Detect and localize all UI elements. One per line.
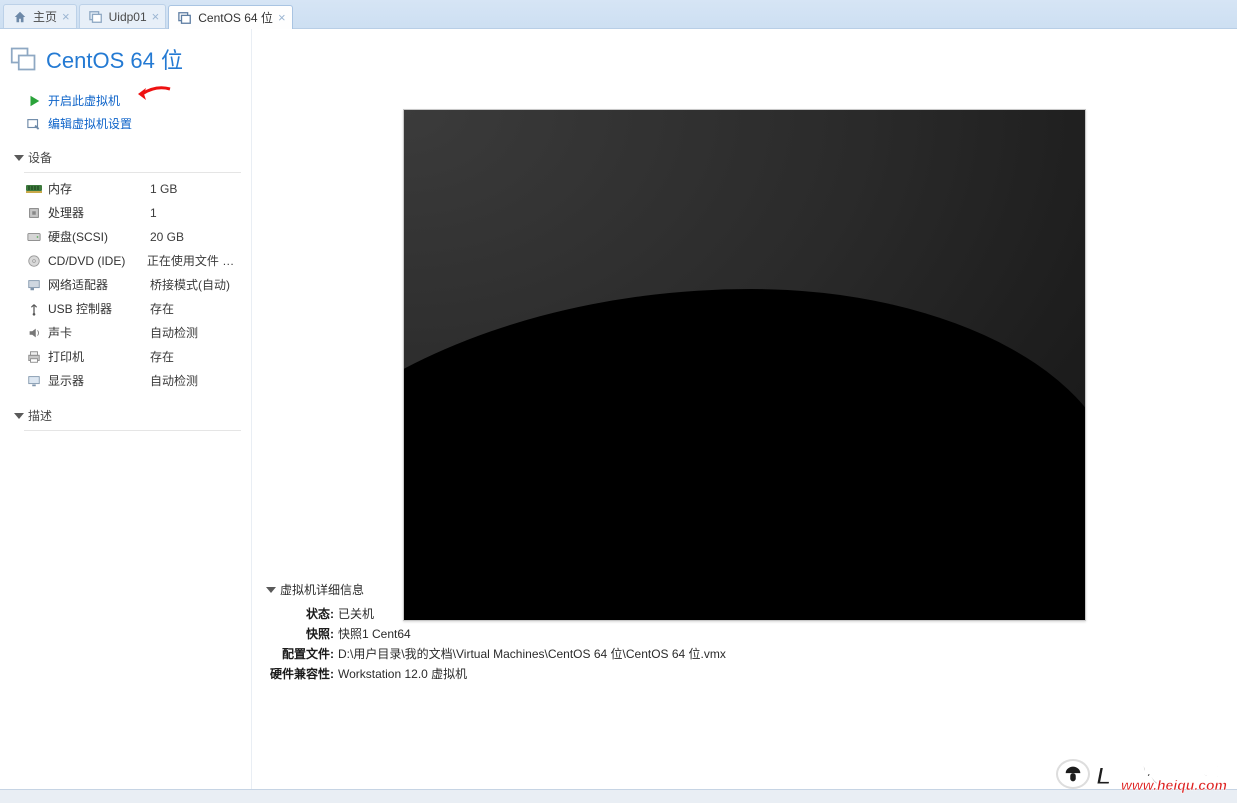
detail-value: D:\用户目录\我的文档\Virtual Machines\CentOS 64 …: [338, 645, 726, 663]
device-value: 正在使用文件 E:...: [147, 251, 241, 271]
divider: [24, 430, 241, 431]
device-name: 网络适配器: [48, 275, 108, 295]
detail-row-config: 配置文件: D:\用户目录\我的文档\Virtual Machines\Cent…: [266, 644, 1223, 664]
vm-icon: [88, 9, 104, 25]
sound-icon: [26, 325, 42, 341]
memory-icon: [26, 181, 42, 197]
description-section-header[interactable]: 描述: [0, 393, 251, 430]
device-value: 自动检测: [150, 323, 198, 343]
tab-label: Uidp01: [109, 10, 147, 24]
chevron-down-icon: [14, 413, 24, 419]
nic-icon: [26, 277, 42, 293]
main-panel: 虚拟机详细信息 状态: 已关机 快照: 快照1 Cent64 配置文件: D:\…: [252, 29, 1237, 789]
close-icon[interactable]: ×: [152, 10, 160, 23]
device-name: 内存: [48, 179, 72, 199]
vm-icon: [10, 45, 38, 73]
device-display[interactable]: 显示器 自动检测: [0, 369, 251, 393]
vm-title-text: CentOS 64 位: [46, 43, 183, 75]
tab-centos[interactable]: CentOS 64 位 ×: [168, 5, 292, 29]
detail-row-snapshot: 快照: 快照1 Cent64: [266, 624, 1223, 644]
device-nic[interactable]: 网络适配器 桥接模式(自动): [0, 273, 251, 297]
device-value: 自动检测: [150, 371, 198, 391]
settings-icon: [26, 116, 42, 132]
usb-icon: [26, 301, 42, 317]
device-value: 桥接模式(自动): [150, 275, 230, 295]
vm-screen-preview[interactable]: [403, 109, 1086, 621]
device-usb[interactable]: USB 控制器 存在: [0, 297, 251, 321]
device-name: USB 控制器: [48, 299, 112, 319]
chevron-down-icon: [14, 155, 24, 161]
hdd-icon: [26, 229, 42, 245]
workspace: CentOS 64 位 开启此虚拟机 编辑虚拟机设置 设备 内存 1 GB: [0, 29, 1237, 789]
close-icon[interactable]: ×: [278, 11, 286, 24]
cd-icon: [26, 253, 42, 269]
device-cd[interactable]: CD/DVD (IDE) 正在使用文件 E:...: [0, 249, 251, 273]
device-memory[interactable]: 内存 1 GB: [0, 177, 251, 201]
cpu-icon: [26, 205, 42, 221]
detail-value: Workstation 12.0 虚拟机: [338, 665, 467, 683]
device-printer[interactable]: 打印机 存在: [0, 345, 251, 369]
tab-uidp01[interactable]: Uidp01 ×: [79, 4, 167, 28]
detail-key: 硬件兼容性:: [266, 665, 338, 683]
vm-title: CentOS 64 位: [0, 33, 251, 89]
home-icon: [12, 9, 28, 25]
device-name: 硬盘(SCSI): [48, 227, 108, 247]
power-on-vm[interactable]: 开启此虚拟机: [0, 89, 251, 112]
device-hdd[interactable]: 硬盘(SCSI) 20 GB: [0, 225, 251, 249]
watermark: L黑米网络社 www.heiqu.com: [1056, 756, 1231, 791]
detail-key: 状态:: [266, 605, 338, 623]
vm-preview-area: [252, 29, 1237, 569]
detail-value: 快照1 Cent64: [338, 625, 411, 643]
devices-section-header[interactable]: 设备: [0, 135, 251, 172]
close-icon[interactable]: ×: [62, 10, 70, 23]
tab-label: 主页: [33, 8, 57, 25]
status-bar: [0, 789, 1237, 803]
device-value: 1: [150, 203, 157, 223]
mushroom-icon: [1056, 759, 1090, 789]
edit-settings-label: 编辑虚拟机设置: [48, 115, 132, 132]
chevron-down-icon: [266, 587, 276, 593]
divider: [24, 172, 241, 173]
device-value: 20 GB: [150, 227, 184, 247]
power-on-label: 开启此虚拟机: [48, 92, 120, 109]
devices-label: 设备: [28, 149, 52, 166]
details-header-label: 虚拟机详细信息: [280, 581, 364, 598]
tab-home[interactable]: 主页 ×: [3, 4, 77, 28]
description-label: 描述: [28, 407, 52, 424]
tab-label: CentOS 64 位: [198, 9, 273, 26]
device-value: 1 GB: [150, 179, 177, 199]
detail-row-compat: 硬件兼容性: Workstation 12.0 虚拟机: [266, 664, 1223, 684]
device-name: 打印机: [48, 347, 84, 367]
printer-icon: [26, 349, 42, 365]
watermark-url: www.heiqu.com: [1121, 777, 1227, 793]
device-cpu[interactable]: 处理器 1: [0, 201, 251, 225]
device-name: CD/DVD (IDE): [48, 251, 125, 271]
detail-key: 快照:: [266, 625, 338, 643]
detail-value: 已关机: [338, 605, 374, 623]
play-icon: [26, 93, 42, 109]
device-name: 声卡: [48, 323, 72, 343]
device-sound[interactable]: 声卡 自动检测: [0, 321, 251, 345]
vm-icon: [177, 10, 193, 26]
device-value: 存在: [150, 299, 174, 319]
edit-vm-settings[interactable]: 编辑虚拟机设置: [0, 112, 251, 135]
device-value: 存在: [150, 347, 174, 367]
detail-key: 配置文件:: [266, 645, 338, 663]
sidebar: CentOS 64 位 开启此虚拟机 编辑虚拟机设置 设备 内存 1 GB: [0, 29, 252, 789]
display-icon: [26, 373, 42, 389]
device-name: 处理器: [48, 203, 84, 223]
tab-bar: 主页 × Uidp01 × CentOS 64 位 ×: [0, 0, 1237, 29]
device-name: 显示器: [48, 371, 84, 391]
